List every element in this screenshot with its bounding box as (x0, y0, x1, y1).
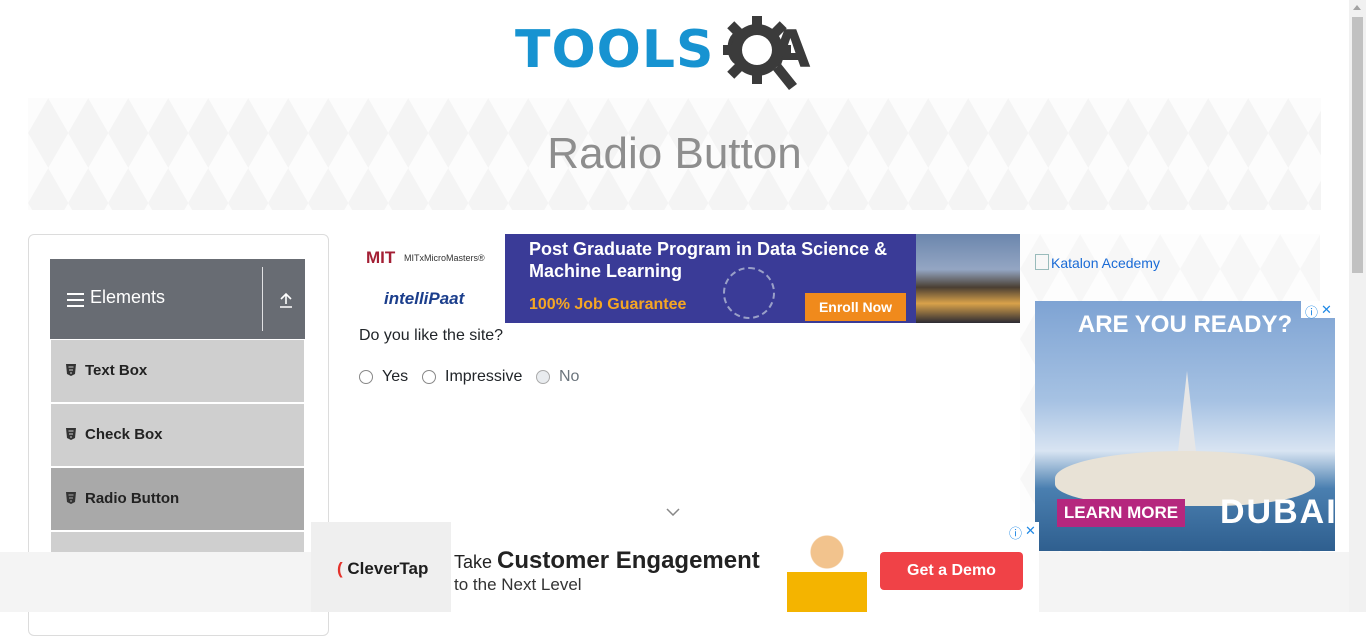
ad-line2: to the Next Level (454, 575, 582, 594)
vertical-scrollbar[interactable] (1349, 0, 1366, 612)
ad-clevertap[interactable]: ( CleverTap Take Customer Engagement to … (311, 522, 1039, 612)
radio-yes[interactable] (359, 370, 373, 384)
sidebar-item-text-box[interactable]: Text Box (51, 340, 304, 404)
ad-guarantee: 100% Job Guarantee (529, 296, 687, 313)
ad-choices[interactable]: ⓘ ✕ (1301, 301, 1335, 321)
ad-headline: Post Graduate Program in Data Science & … (529, 239, 888, 281)
radio-impressive[interactable] (422, 370, 436, 384)
collapse-up-icon[interactable] (278, 292, 294, 308)
divider (262, 267, 263, 331)
guarantee-seal-icon (723, 267, 775, 319)
sidebar-item-label: Text Box (85, 362, 148, 379)
radio-option-no: No (536, 367, 579, 387)
ad-brand-panel: ( CleverTap (311, 522, 451, 612)
scrollbar-thumb[interactable] (1352, 17, 1363, 273)
gear-magnifier-icon (723, 16, 797, 90)
toolsqa-logo[interactable]: TOOLSQA (515, 12, 840, 90)
html5-icon (66, 428, 76, 440)
radio-no (536, 370, 550, 384)
sidebar-item-label: Radio Button (85, 490, 180, 507)
ad-line1: Take Customer Engagement (454, 547, 760, 574)
campus-image (916, 234, 1020, 323)
sidebar-item-check-box[interactable]: Check Box (51, 404, 304, 468)
clevertap-logo: ( CleverTap (337, 559, 429, 578)
chevron-down-icon[interactable] (666, 508, 680, 516)
get-a-demo-button[interactable]: Get a Demo (880, 552, 1023, 590)
radio-label-no: No (559, 368, 580, 385)
ad-choices[interactable]: ⓘ ✕ (1005, 522, 1039, 542)
radio-option-yes[interactable]: Yes (359, 367, 408, 387)
ad-intellipaat[interactable]: MIT MITxMicroMasters® intelliPaat Post G… (359, 234, 1020, 323)
ad-close-icon[interactable]: ✕ (1025, 523, 1036, 539)
radio-label-impressive[interactable]: Impressive (445, 368, 522, 386)
ad-close-icon[interactable]: ✕ (1321, 302, 1332, 318)
broken-image-icon (1035, 254, 1049, 270)
mitx-label: MITxMicroMasters® (404, 253, 485, 263)
katalon-ad-link[interactable]: Katalon Acedemy (1035, 254, 1160, 271)
adchoices-info-icon[interactable]: ⓘ (1009, 523, 1022, 542)
ad-logos: MIT MITxMicroMasters® intelliPaat (359, 234, 505, 323)
sidebar-group-elements[interactable]: Elements (50, 259, 305, 339)
sidebar-item-radio-button[interactable]: Radio Button (51, 468, 304, 532)
question-text: Do you like the site? (359, 327, 504, 344)
scroll-up-icon[interactable] (1353, 5, 1361, 10)
katalon-alt-text: Katalon Acedemy (1051, 255, 1160, 271)
hamburger-icon (67, 293, 84, 307)
radio-option-impressive[interactable]: Impressive (422, 367, 522, 387)
html5-icon (66, 364, 76, 376)
learn-more-button[interactable]: LEARN MORE (1057, 499, 1185, 527)
person-image (787, 527, 867, 612)
mit-logo: MIT (366, 248, 396, 267)
enroll-now-button[interactable]: Enroll Now (805, 293, 906, 321)
sidebar-group-label: Elements (90, 287, 166, 307)
html5-icon (66, 492, 76, 504)
burj-al-arab-image (1177, 371, 1197, 461)
logo-tools-text: TOOLS (515, 20, 715, 80)
adchoices-info-icon[interactable]: ⓘ (1305, 302, 1318, 321)
dubai-logo: DUBAI (1220, 493, 1335, 531)
intellipaat-logo: intelliPaat (384, 289, 465, 308)
page-title: Radio Button (547, 129, 802, 178)
sidebar-item-label: Check Box (85, 426, 163, 443)
ad-dubai-headline: ARE YOU READY? (1077, 311, 1293, 338)
ad-dubai[interactable]: ARE YOU READY? LEARN MORE DUBAI ⓘ ✕ (1035, 301, 1335, 551)
radio-label-yes[interactable]: Yes (382, 368, 408, 386)
ad-content: Post Graduate Program in Data Science & … (505, 234, 916, 323)
page-banner: Radio Button (28, 98, 1321, 210)
